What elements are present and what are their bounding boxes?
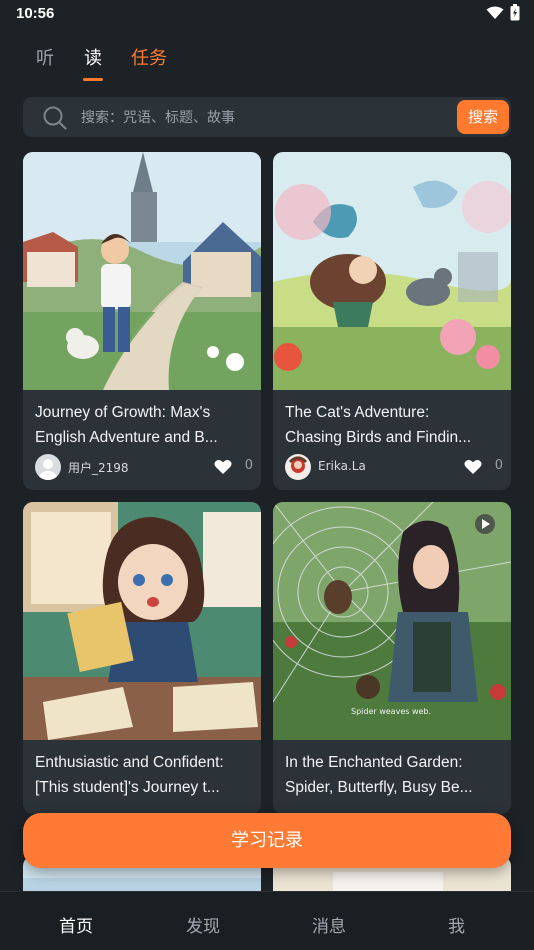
status-icons [486,4,520,21]
nav-me[interactable]: 我 [448,912,465,937]
story-title: In the Enchanted Garden: Spider, Butterf… [285,754,473,796]
status-bar: 10:56 [0,0,534,28]
active-tab-indicator [83,78,103,81]
story-meta: Erika.La 0 [285,454,503,482]
story-card[interactable]: Spider weaves web. In the Enchanted Gard… [273,502,511,814]
tab-read[interactable]: 读 [84,44,102,70]
story-meta: 用户_2198 0 [35,454,253,482]
nav-home[interactable]: 首页 [59,912,93,937]
story-cover-image [273,152,511,390]
status-time: 10:56 [16,5,55,22]
nav-discover[interactable]: 发现 [186,912,220,937]
cover-caption: Spider weaves web. [351,707,431,716]
bottom-nav: 首页 发现 消息 我 [0,891,534,950]
like-count: 0 [244,458,253,473]
story-card[interactable]: Enthusiastic and Confident: [This studen… [23,502,261,814]
search-bar[interactable]: 搜索：咒语、标题、故事 搜索 [23,97,511,137]
tab-listen[interactable]: 听 [36,44,54,70]
author-name[interactable]: 用户_2198 [68,459,129,476]
author-name[interactable]: Erika.La [318,459,366,473]
search-input[interactable]: 搜索：咒语、标题、故事 [81,107,235,127]
story-title: Journey of Growth: Max's English Adventu… [35,404,218,446]
avatar[interactable] [285,454,311,480]
story-cover-image [23,502,261,740]
tab-tasks[interactable]: 任务 [131,44,167,70]
battery-icon [510,4,520,21]
wifi-icon [486,6,504,19]
story-cover-image [23,152,261,390]
study-record-button[interactable]: 学习记录 [23,813,511,868]
top-tabs: 听 读 任务 [0,44,534,84]
like-count: 0 [494,458,503,473]
heart-icon[interactable] [464,459,482,475]
avatar[interactable] [35,454,61,480]
search-icon [43,106,67,130]
heart-icon[interactable] [214,459,232,475]
search-button[interactable]: 搜索 [457,100,509,134]
story-title: Enthusiastic and Confident: [This studen… [35,754,224,796]
story-card[interactable]: Journey of Growth: Max's English Adventu… [23,152,261,490]
nav-messages[interactable]: 消息 [312,912,346,937]
story-card[interactable]: The Cat's Adventure: Chasing Birds and F… [273,152,511,490]
story-cover-image: Spider weaves web. [273,502,511,740]
story-title: The Cat's Adventure: Chasing Birds and F… [285,404,472,446]
